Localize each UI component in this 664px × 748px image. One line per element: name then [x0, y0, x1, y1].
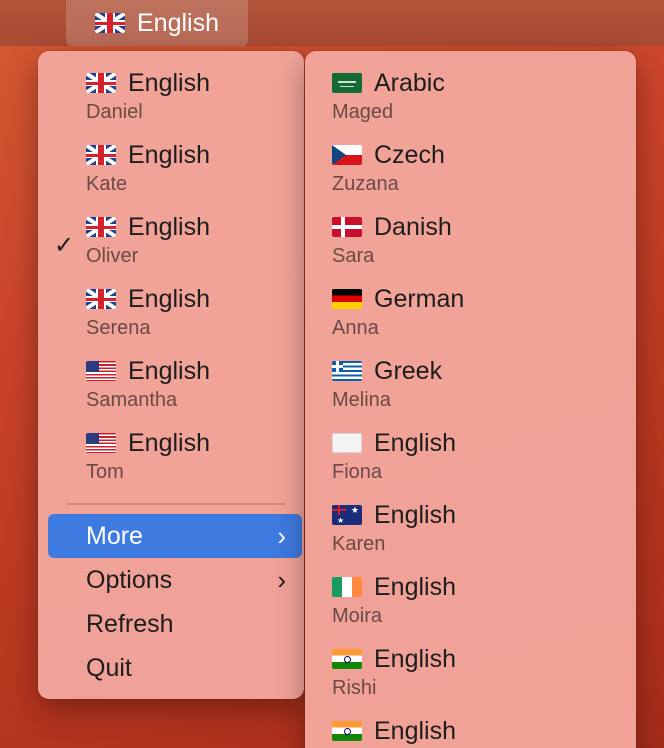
voice-name: Daniel [86, 101, 143, 123]
menu-item-voice-zuzana[interactable]: Czech Zuzana [305, 123, 636, 195]
menu-item-voice-melina[interactable]: Greek Melina [305, 339, 636, 411]
menu-item-voice-kate[interactable]: English Kate [38, 123, 304, 195]
voice-language: English [374, 717, 456, 745]
menu-item-voice-moira[interactable]: English Moira [305, 555, 636, 627]
voice-menu: ✓ English Daniel English Kate English Ol… [38, 51, 304, 699]
voice-name: Oliver [86, 245, 139, 267]
uk-flag-icon [86, 73, 116, 93]
voice-language: English [374, 429, 456, 457]
menu-item-refresh[interactable]: Refresh [48, 602, 302, 646]
czech-flag-icon [332, 145, 362, 165]
denmark-flag-icon [332, 217, 362, 237]
menu-item-voice-partial[interactable]: English [305, 699, 636, 748]
voice-language: Greek [374, 357, 443, 385]
menu-item-label: Refresh [86, 610, 174, 638]
greece-flag-icon [332, 361, 362, 381]
india-flag-icon [332, 721, 362, 741]
menu-item-voice-karen[interactable]: English Karen [305, 483, 636, 555]
voice-language: German [374, 285, 465, 313]
menu-item-options[interactable]: Options › [48, 558, 302, 602]
menu-bar: English [0, 0, 664, 46]
menu-item-voice-daniel[interactable]: English Daniel [38, 51, 304, 123]
voice-language: English [374, 573, 456, 601]
voice-language: English [128, 213, 210, 241]
voice-name: Melina [332, 389, 391, 411]
voice-language: Arabic [374, 69, 445, 97]
voice-name: Zuzana [332, 173, 399, 195]
voice-name: Kate [86, 173, 128, 195]
menu-separator [66, 503, 286, 505]
menubar-item-label: English [137, 8, 219, 37]
voice-menu-extra[interactable]: English [66, 0, 248, 46]
ireland-flag-icon [332, 577, 362, 597]
voice-language: English [128, 429, 210, 457]
voice-name: Maged [332, 101, 394, 123]
voice-name: Sara [332, 245, 375, 267]
voice-name: Rishi [332, 677, 377, 699]
menu-item-voice-serena[interactable]: English Serena [38, 267, 304, 339]
menu-item-label: More [86, 522, 143, 550]
saudi-arabia-flag-icon [332, 73, 362, 93]
uk-flag-icon [86, 145, 116, 165]
voice-name: Serena [86, 317, 151, 339]
voice-language: Czech [374, 141, 445, 169]
menu-item-voice-tom[interactable]: English Tom [38, 411, 304, 483]
chevron-right-icon: › [277, 521, 286, 551]
voice-name: Fiona [332, 461, 383, 483]
menu-item-voice-sara[interactable]: Danish Sara [305, 195, 636, 267]
menu-item-voice-samantha[interactable]: English Samantha [38, 339, 304, 411]
voice-name: Tom [86, 461, 124, 483]
us-flag-icon [86, 361, 116, 381]
menu-item-label: Options [86, 566, 173, 594]
india-flag-icon [332, 649, 362, 669]
voice-language: English [128, 69, 210, 97]
menu-item-voice-anna[interactable]: German Anna [305, 267, 636, 339]
voice-language: English [128, 141, 210, 169]
chevron-right-icon: › [277, 565, 286, 595]
voice-name: Karen [332, 533, 386, 555]
menu-item-more[interactable]: More › [48, 514, 302, 558]
uk-flag-icon [86, 289, 116, 309]
menu-item-voice-rishi[interactable]: English Rishi [305, 627, 636, 699]
voice-language: Danish [374, 213, 452, 241]
us-flag-icon [86, 433, 116, 453]
voice-name: Moira [332, 605, 383, 627]
voice-language: English [374, 645, 456, 673]
menu-item-label: Quit [86, 654, 132, 682]
menu-item-voice-oliver[interactable]: English Oliver [38, 195, 304, 267]
voice-name: Anna [332, 317, 379, 339]
menu-item-quit[interactable]: Quit [48, 646, 302, 690]
australia-flag-icon [332, 505, 362, 525]
menu-item-voice-fiona[interactable]: English Fiona [305, 411, 636, 483]
white-flag-icon [332, 433, 362, 453]
germany-flag-icon [332, 289, 362, 309]
uk-flag-icon [86, 217, 116, 237]
voice-language: English [374, 501, 456, 529]
voice-name: Samantha [86, 389, 178, 411]
voice-language: English [128, 285, 210, 313]
more-submenu: Arabic Maged Czech Zuzana Danish Sara Ge… [305, 51, 636, 748]
uk-flag-icon [95, 13, 125, 33]
voice-language: English [128, 357, 210, 385]
menu-item-voice-maged[interactable]: Arabic Maged [305, 51, 636, 123]
